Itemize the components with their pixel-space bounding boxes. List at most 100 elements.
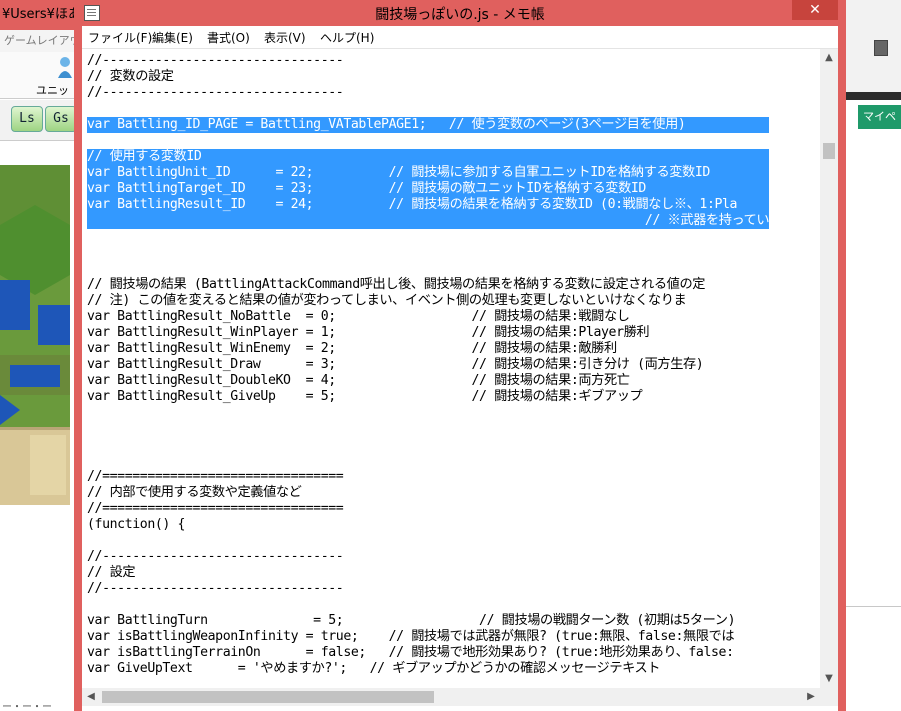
menu-help[interactable]: ヘルプ(H) xyxy=(320,29,374,46)
text-editor[interactable]: //--------------------------------// 変数の… xyxy=(82,49,820,688)
code-line: var BattlingResult_Draw = 3; // 闘技場の結果:引… xyxy=(87,357,769,373)
close-button[interactable]: ✕ xyxy=(792,0,838,20)
code-line: var isBattlingWeaponInfinity = true; // … xyxy=(87,629,769,645)
scroll-left-icon[interactable]: ◀ xyxy=(82,688,100,706)
code-line: // 変数の設定 xyxy=(87,69,769,85)
scroll-right-icon[interactable]: ▶ xyxy=(802,688,820,706)
vertical-scroll-thumb[interactable] xyxy=(823,143,835,159)
code-line: // 設定 xyxy=(87,565,769,581)
notepad-titlebar[interactable]: 闘技場っぽいの.js - メモ帳 ✕ xyxy=(74,0,846,26)
code-line-text: // 闘技場の結果 (BattlingAttackCommand呼出し後、闘技場… xyxy=(87,277,706,292)
code-line: var Battling_ID_PAGE = Battling_VATableP… xyxy=(87,117,770,133)
code-line-text: //-------------------------------- xyxy=(87,581,344,596)
mypage-button[interactable]: マイペ xyxy=(858,105,901,129)
background-app-menu[interactable]: ゲームレイアウ xyxy=(0,30,76,53)
scrollbar-corner xyxy=(820,688,838,706)
code-line: (function() { xyxy=(87,517,769,533)
code-line-text: // 使用する変数ID xyxy=(87,149,202,164)
code-line-text: var BattlingResult_NoBattle = 0; // 闘技場の… xyxy=(87,309,630,324)
right-window-divider xyxy=(846,606,901,607)
code-line: // 使用する変数ID xyxy=(87,149,770,165)
code-line: //================================ xyxy=(87,469,769,485)
notepad-client-area: ファイル(F) 編集(E) 書式(O) 表示(V) ヘルプ(H) //-----… xyxy=(82,26,838,711)
code-line-text: //================================ xyxy=(87,469,344,484)
code-line-text: var Battling_ID_PAGE = Battling_VATableP… xyxy=(87,117,686,132)
code-line-text: // 変数の設定 xyxy=(87,69,174,84)
code-line-text: //-------------------------------- xyxy=(87,53,344,68)
notepad-window: 闘技場っぽいの.js - メモ帳 ✕ ファイル(F) 編集(E) 書式(O) 表… xyxy=(74,0,846,711)
code-line-text: //-------------------------------- xyxy=(87,549,344,564)
code-line-text: var BattlingResult_WinPlayer = 1; // 闘技場… xyxy=(87,325,650,340)
code-line: //-------------------------------- xyxy=(87,53,769,69)
code-line: var BattlingResult_NoBattle = 0; // 闘技場の… xyxy=(87,309,769,325)
right-window-dark-bar xyxy=(846,92,901,100)
code-line: var BattlingResult_DoubleKO = 4; // 闘技場の… xyxy=(87,373,769,389)
menu-bar: ファイル(F) 編集(E) 書式(O) 表示(V) ヘルプ(H) xyxy=(82,26,838,49)
code-lines: //--------------------------------// 変数の… xyxy=(87,53,770,677)
code-line-text: (function() { xyxy=(87,517,186,532)
code-line: // 内部で使用する変数や定義値など xyxy=(87,485,769,501)
right-window-control[interactable] xyxy=(874,40,888,56)
code-line: //-------------------------------- xyxy=(87,549,769,565)
code-line: var BattlingUnit_ID = 22; // 闘技場に参加する自軍ユ… xyxy=(87,165,770,181)
code-line: var GiveUpText = 'やめますか?'; // ギブアップかどうかの… xyxy=(87,661,769,677)
code-line: var BattlingTarget_ID = 23; // 闘技場の敵ユニット… xyxy=(87,181,770,197)
code-line-text: //================================ xyxy=(87,501,344,516)
background-app-window: ¥Users¥ほあ ゲームレイアウ ユニッ Ls Gs ー・ー・ー xyxy=(0,0,76,711)
menu-format[interactable]: 書式(O) xyxy=(207,29,250,46)
horizontal-scroll-thumb[interactable] xyxy=(102,691,434,703)
code-line-text: var BattlingResult_Draw = 3; // 闘技場の結果:引… xyxy=(87,357,704,372)
menu-view[interactable]: 表示(V) xyxy=(264,29,306,46)
code-line-text: //-------------------------------- xyxy=(87,85,344,100)
code-line: // 闘技場の結果 (BattlingAttackCommand呼出し後、闘技場… xyxy=(87,277,769,293)
code-line-text: var BattlingResult_GiveUp = 5; // 闘技場の結果… xyxy=(87,389,643,404)
code-line-text: var isBattlingTerrainOn = false; // 闘技場で… xyxy=(87,645,734,660)
right-background-window: マイペ xyxy=(846,0,901,711)
unit-icon[interactable] xyxy=(56,56,74,78)
code-line-text: // 内部で使用する変数や定義値など xyxy=(87,485,302,500)
code-line: // ※武器を持ってい xyxy=(87,213,770,229)
code-line-text: var isBattlingWeaponInfinity = true; // … xyxy=(87,629,735,644)
background-app-title: ¥Users¥ほあ xyxy=(0,0,76,30)
background-app-lower-panel xyxy=(0,505,76,711)
code-line: // 注) この値を変えると結果の値が変わってしまい、イベント側の処理も変更しな… xyxy=(87,293,769,309)
menu-file[interactable]: ファイル(F) xyxy=(88,29,152,46)
code-line-text: // 注) この値を変えると結果の値が変わってしまい、イベント側の処理も変更しな… xyxy=(87,293,687,308)
code-line: var isBattlingTerrainOn = false; // 闘技場で… xyxy=(87,645,769,661)
ls-button[interactable]: Ls xyxy=(11,106,43,132)
horizontal-scrollbar[interactable]: ◀ ▶ xyxy=(82,688,820,706)
code-line: //-------------------------------- xyxy=(87,581,769,597)
scroll-down-icon[interactable]: ▼ xyxy=(820,670,838,688)
code-line-text: // 設定 xyxy=(87,565,136,580)
code-line-text: var BattlingTarget_ID = 23; // 闘技場の敵ユニット… xyxy=(87,181,646,196)
code-line: var BattlingResult_GiveUp = 5; // 闘技場の結果… xyxy=(87,389,769,405)
code-line: var BattlingResult_WinPlayer = 1; // 闘技場… xyxy=(87,325,769,341)
gs-button[interactable]: Gs xyxy=(45,106,76,132)
code-line-text: var BattlingResult_DoubleKO = 4; // 闘技場の… xyxy=(87,373,630,388)
code-line: //================================ xyxy=(87,501,769,517)
unit-tab-label[interactable]: ユニッ xyxy=(36,82,69,98)
vertical-scrollbar[interactable]: ▲ ▼ xyxy=(820,49,838,688)
code-line: var BattlingResult_ID = 24; // 闘技場の結果を格納… xyxy=(87,197,770,213)
code-line-text: var BattlingUnit_ID = 22; // 闘技場に参加する自軍ユ… xyxy=(87,165,710,180)
menu-edit[interactable]: 編集(E) xyxy=(152,29,193,46)
map-preview[interactable] xyxy=(0,165,70,505)
code-line: var BattlingTurn = 5; // 闘技場の戦闘ターン数 (初期は… xyxy=(87,613,769,629)
code-line: var BattlingResult_WinEnemy = 2; // 闘技場の… xyxy=(87,341,769,357)
background-app-status: ー・ー・ー xyxy=(2,702,52,711)
code-line-text: var BattlingResult_ID = 24; // 闘技場の結果を格納… xyxy=(87,197,738,212)
code-line-text: // ※武器を持ってい xyxy=(87,213,770,228)
scroll-up-icon[interactable]: ▲ xyxy=(820,49,838,67)
window-title: 闘技場っぽいの.js - メモ帳 xyxy=(375,7,545,23)
code-line-text: var BattlingResult_WinEnemy = 2; // 闘技場の… xyxy=(87,341,617,356)
